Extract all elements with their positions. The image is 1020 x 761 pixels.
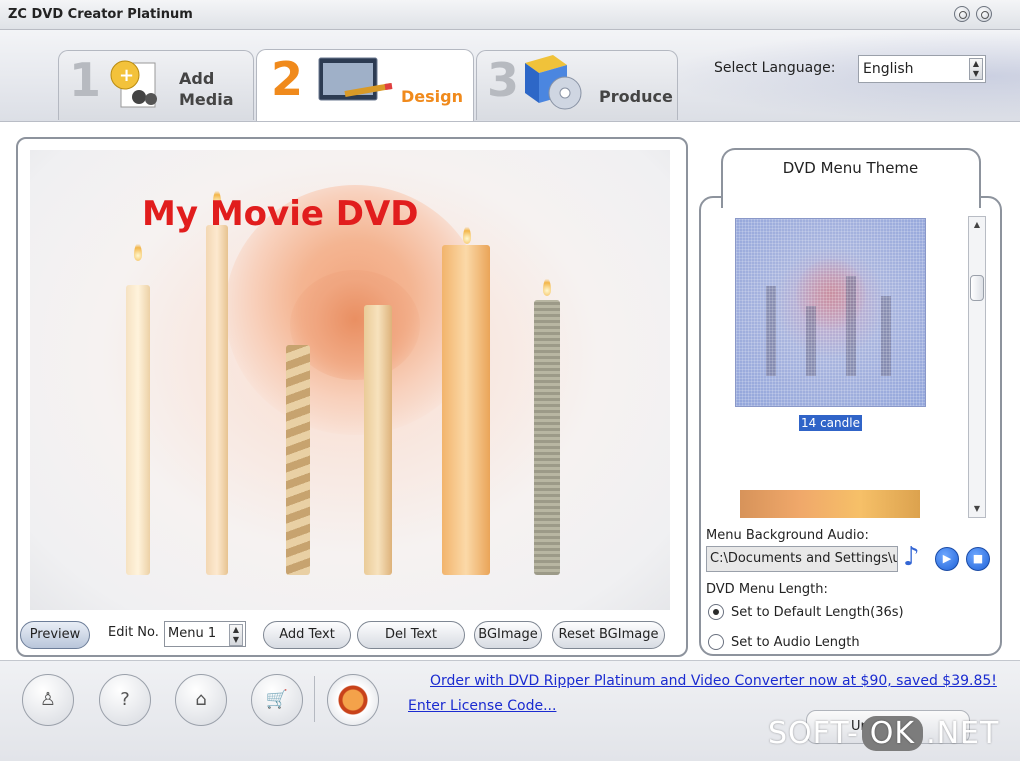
tab-number: 2 <box>271 52 303 106</box>
tab-label-line1: Add <box>179 69 215 88</box>
edit-no-spinner[interactable]: ▲ ▼ <box>229 624 243 646</box>
cart-icon[interactable]: 🛒 <box>251 674 303 726</box>
language-spinner[interactable]: ▲ ▼ <box>969 58 983 80</box>
candle <box>534 300 560 575</box>
menu-audio-label: Menu Background Audio: <box>706 528 869 543</box>
language-value: English <box>863 61 914 77</box>
music-note-icon[interactable]: ♪ <box>903 543 920 571</box>
candle <box>206 225 228 575</box>
candle-flame <box>543 278 551 296</box>
menu-length-label: DVD Menu Length: <box>706 582 828 597</box>
menu-audio-path-field[interactable]: C:\Documents and Settings\u <box>706 546 898 572</box>
license-link[interactable]: Enter License Code... <box>408 698 556 714</box>
theme-thumbnail-label[interactable]: 14 candle <box>799 415 862 431</box>
design-icon <box>318 57 393 101</box>
edit-no-label: Edit No. <box>108 625 159 640</box>
reset-bgimage-button[interactable]: Reset BGImage <box>552 621 665 649</box>
menu-title-text[interactable]: My Movie DVD <box>142 194 419 234</box>
footer-divider <box>314 676 315 722</box>
thumbnail-selection-overlay <box>736 219 925 406</box>
theme-scrollbar[interactable]: ▲ ▼ <box>968 216 986 518</box>
window-title: ZC DVD Creator Platinum <box>8 7 193 22</box>
title-bar: ZC DVD Creator Platinum <box>0 0 1020 30</box>
watermark-suffix: .NET <box>926 716 1000 751</box>
candle <box>286 345 310 575</box>
language-select[interactable]: English ▲ ▼ <box>858 55 986 83</box>
tab-produce[interactable]: 3 Produce <box>476 50 678 120</box>
watermark-ok: OK <box>861 716 924 751</box>
candle-flame <box>463 226 471 244</box>
candle <box>126 285 150 575</box>
tab-label-line2: Media <box>179 90 234 109</box>
order-link[interactable]: Order with DVD Ripper Platinum and Video… <box>430 673 997 689</box>
del-text-button[interactable]: Del Text <box>357 621 465 649</box>
scroll-up-arrow-icon[interactable]: ▲ <box>969 217 985 233</box>
radio-default-length-label[interactable]: Set to Default Length(36s) <box>731 605 904 620</box>
radio-default-length[interactable] <box>708 604 724 620</box>
candle <box>364 305 392 575</box>
produce-icon <box>525 55 582 110</box>
candle-flame <box>134 243 142 261</box>
preview-button[interactable]: Preview <box>20 621 90 649</box>
close-button[interactable] <box>976 6 992 22</box>
radio-audio-length[interactable] <box>708 634 724 650</box>
add-media-icon: + <box>110 60 157 108</box>
tab-number: 1 <box>69 53 101 107</box>
bgimage-button[interactable]: BGImage <box>474 621 542 649</box>
theme-panel-title: DVD Menu Theme <box>782 159 919 177</box>
edit-no-value: Menu 1 <box>168 626 217 641</box>
play-icon[interactable]: ▶ <box>935 547 959 571</box>
watermark-prefix: SOFT- <box>768 716 859 751</box>
burn-disc-icon[interactable] <box>327 674 379 726</box>
help-icon[interactable]: ? <box>99 674 151 726</box>
tab-design[interactable]: 2 Design <box>256 49 474 121</box>
add-text-button[interactable]: Add Text <box>263 621 351 649</box>
theme-panel-header <box>721 148 981 208</box>
theme-thumbnail-next[interactable] <box>740 490 920 518</box>
svg-text:+: + <box>119 65 134 86</box>
scrollbar-thumb[interactable] <box>970 275 984 301</box>
home-icon[interactable]: ⌂ <box>175 674 227 726</box>
stop-icon[interactable]: ■ <box>966 547 990 571</box>
language-label: Select Language: <box>714 60 836 76</box>
edit-no-select[interactable]: Menu 1 ▲ ▼ <box>164 621 246 647</box>
tab-number: 3 <box>487 53 519 107</box>
tab-label: Design <box>401 87 463 106</box>
tab-label: Produce <box>599 87 673 106</box>
candle <box>442 245 490 575</box>
scroll-down-arrow-icon[interactable]: ▼ <box>969 501 985 517</box>
user-icon[interactable]: ♙ <box>22 674 74 726</box>
tab-add-media[interactable]: 1 + Add Media <box>58 50 254 120</box>
radio-audio-length-label[interactable]: Set to Audio Length <box>731 635 860 650</box>
theme-thumbnail-selected[interactable] <box>735 218 926 407</box>
minimize-button[interactable] <box>954 6 970 22</box>
watermark: SOFT- OK .NET <box>768 716 999 751</box>
